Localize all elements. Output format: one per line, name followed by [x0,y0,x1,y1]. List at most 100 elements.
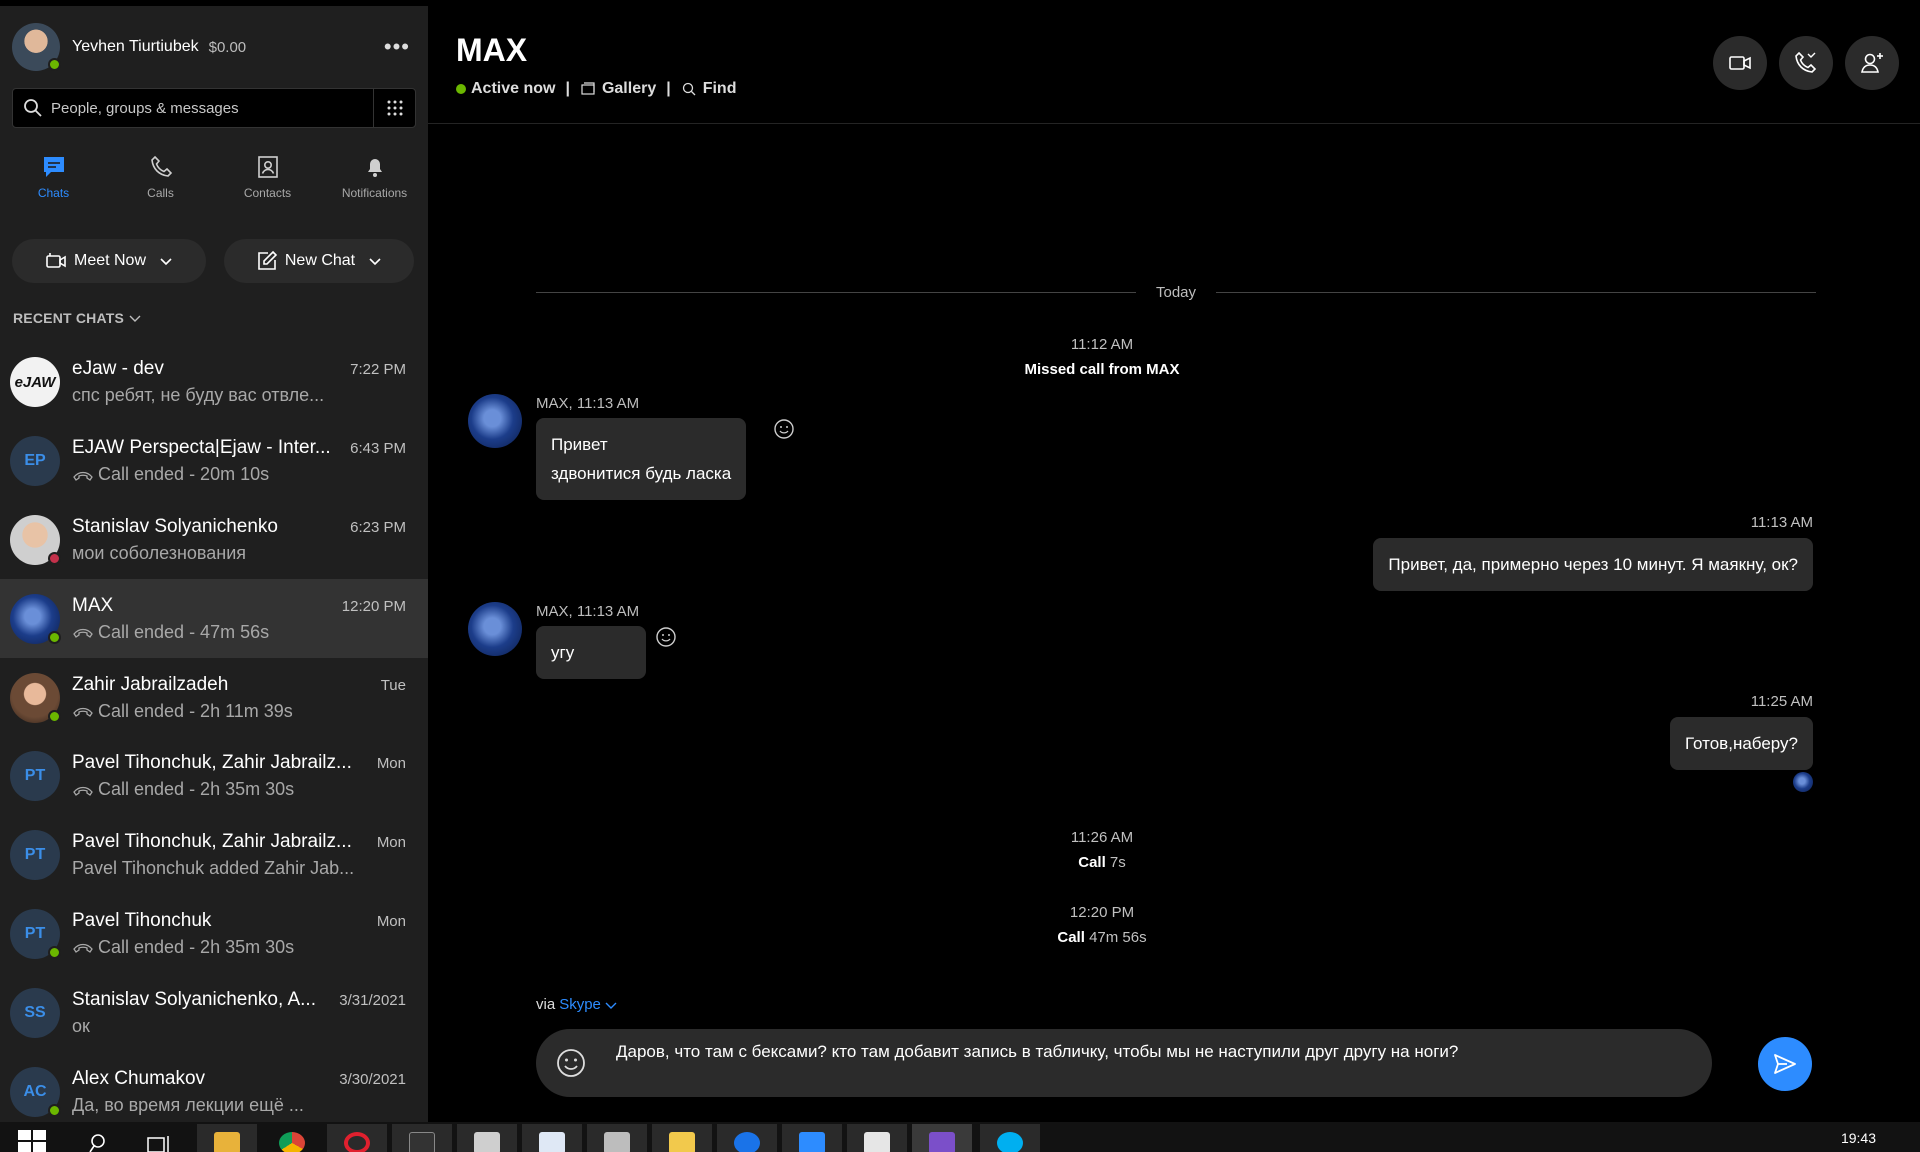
chat-title: eJaw - dev [72,358,164,380]
video-meet-icon [46,253,66,268]
chat-title: Zahir Jabrailzadeh [72,673,229,695]
new-chat-button[interactable]: New Chat [224,239,414,283]
send-button[interactable] [1758,1037,1812,1091]
conversation-header: MAX Active now | Gallery | Find [428,6,1920,124]
shield-icon [539,1132,565,1152]
gallery-link[interactable]: Gallery [602,80,656,98]
add-person-icon [1861,53,1883,73]
add-reaction-icon[interactable] [773,418,795,440]
taskbar-app-window[interactable] [847,1124,907,1152]
taskbar-app-docs[interactable] [587,1124,647,1152]
chat-list-item[interactable]: Stanislav Solyanichenko 6:23 PM мои собол… [0,501,428,580]
chat-list-item[interactable]: PT Pavel Tihonchuk, Zahir Jabrailz... Mon… [0,737,428,816]
message-time: 11:25 AM [1750,693,1813,710]
search-input[interactable] [51,99,373,117]
presence-online-icon [48,709,61,723]
chat-title: Pavel Tihonchuk, Zahir Jabrailz... [72,831,352,853]
contacts-icon [257,156,278,178]
taskbar-app-visual-studio[interactable] [912,1124,972,1152]
recent-chats-header[interactable]: RECENT CHATS [13,310,142,326]
avatar-initials: AC [23,1082,47,1100]
taskbar-app-opera[interactable] [327,1124,387,1152]
call-ended-icon [73,629,93,639]
event-time: 12:20 PM [1069,904,1135,921]
avatar [10,514,61,565]
taskbar-app-terminal[interactable] [392,1124,452,1152]
chat-list-item[interactable]: SS Stanislav Solyanichenko, A... 3/31/202… [0,973,428,1052]
taskbar-app-zoom[interactable] [782,1124,842,1152]
chat-list-item-active[interactable]: MAX 12:20 PM Call ended - 47m 56s [0,579,428,659]
windows-start-icon[interactable] [18,1130,46,1152]
call-ended-icon [73,944,93,954]
chat-preview: спс ребят, не буду вас отвле... [72,385,325,406]
outgoing-message[interactable]: Готов,наберу? [1669,717,1813,770]
message-input[interactable]: Даров, что там с бексами? кто там добави… [616,1042,1458,1062]
emoji-icon[interactable] [554,1046,588,1080]
avatar: eJAW [10,357,60,408]
chat-list-item[interactable]: Zahir Jabrailzadeh Tue Call ended - 2h 11… [0,658,428,737]
taskbar-app-skype[interactable] [980,1124,1040,1152]
audio-call-button[interactable] [1779,36,1833,90]
chat-preview: Pavel Tihonchuk added Zahir Jab... [72,858,355,879]
add-participant-button[interactable] [1845,36,1899,90]
chat-list-item[interactable]: eJAW eJaw - dev 7:22 PM спс ребят, не буд… [0,343,428,422]
dialpad-button[interactable] [373,89,415,127]
avatar[interactable] [12,23,61,71]
skype-icon [997,1132,1023,1152]
more-options-button[interactable]: ••• [384,34,410,60]
folder-icon [214,1132,240,1152]
taskbar-app-files[interactable] [652,1124,712,1152]
divider: | [666,80,671,97]
tab-calls[interactable]: Calls [107,154,214,216]
call-duration: 7s [1109,854,1126,871]
profile-name[interactable]: Yevhen Tiurtiubek [72,38,199,56]
new-chat-label: New Chat [284,252,356,269]
visual-studio-icon [929,1132,955,1152]
taskbar-app-editor[interactable] [457,1124,517,1152]
chat-list-item[interactable]: PT Pavel Tihonchuk, Zahir Jabrailz... Mon… [0,816,428,895]
outgoing-message[interactable]: Привет, да, примерно через 10 минут. Я м… [1373,538,1813,591]
message-text: Привет, да, примерно через 10 минут. Я м… [1388,555,1798,574]
video-call-button[interactable] [1713,36,1767,90]
avatar[interactable] [468,602,522,656]
skype-credit[interactable]: $0.00 [209,39,247,56]
chrome-icon [279,1132,305,1152]
chat-time: 6:43 PM [350,440,406,458]
search-icon[interactable] [88,1132,110,1152]
avatar[interactable] [468,394,522,448]
taskbar-app-location[interactable] [717,1124,777,1152]
chat-title: Alex Chumakov [72,1067,206,1089]
tab-notifications[interactable]: Notifications [321,154,428,216]
taskbar-app-file-explorer[interactable] [197,1124,257,1152]
taskbar-app-chrome[interactable] [262,1124,322,1152]
chat-time: Mon [376,912,406,930]
conversation-title[interactable]: MAX [456,32,527,69]
task-view-icon[interactable] [146,1132,172,1152]
avatar [10,672,61,723]
send-via-selector[interactable]: via Skype [536,996,618,1013]
clock[interactable]: 19:43 [1841,1130,1876,1146]
incoming-message[interactable]: угу [536,626,646,679]
incoming-message[interactable]: Привет здвонитися будь ласка [536,418,747,500]
chat-list-item[interactable]: EP EJAW Perspecta|Ejaw - Inter... 6:43 PM… [0,422,428,501]
tab-contacts[interactable]: Contacts [214,154,321,216]
avatar: SS [10,987,60,1038]
message-composer[interactable]: Даров, что там с бексами? кто там добави… [536,1029,1712,1097]
via-skype-link[interactable]: Skype [559,996,601,1013]
presence-online-icon [456,84,466,94]
call-ended-icon [73,707,93,717]
date-divider-label: Today [1155,283,1197,301]
meet-now-button[interactable]: Meet Now [12,239,206,283]
message-time: 11:13 AM [1750,514,1813,531]
find-link[interactable]: Find [703,80,737,98]
chat-time: 3/31/2021 [339,991,406,1009]
chat-list-item[interactable]: PT Pavel Tihonchuk Mon Call ended - 2h 35… [0,895,428,974]
message-text: угу [551,643,575,662]
taskbar-app-security[interactable] [522,1124,582,1152]
chat-list-item[interactable]: AC Alex Chumakov 3/30/2021 Да, во время л… [0,1052,428,1122]
tab-chats[interactable]: Chats [0,154,107,216]
avatar: AC [10,1066,61,1117]
call-label: Call [1078,854,1106,871]
chat-preview: Call ended - 2h 35m 30s [98,936,295,957]
add-reaction-icon[interactable] [655,626,677,648]
